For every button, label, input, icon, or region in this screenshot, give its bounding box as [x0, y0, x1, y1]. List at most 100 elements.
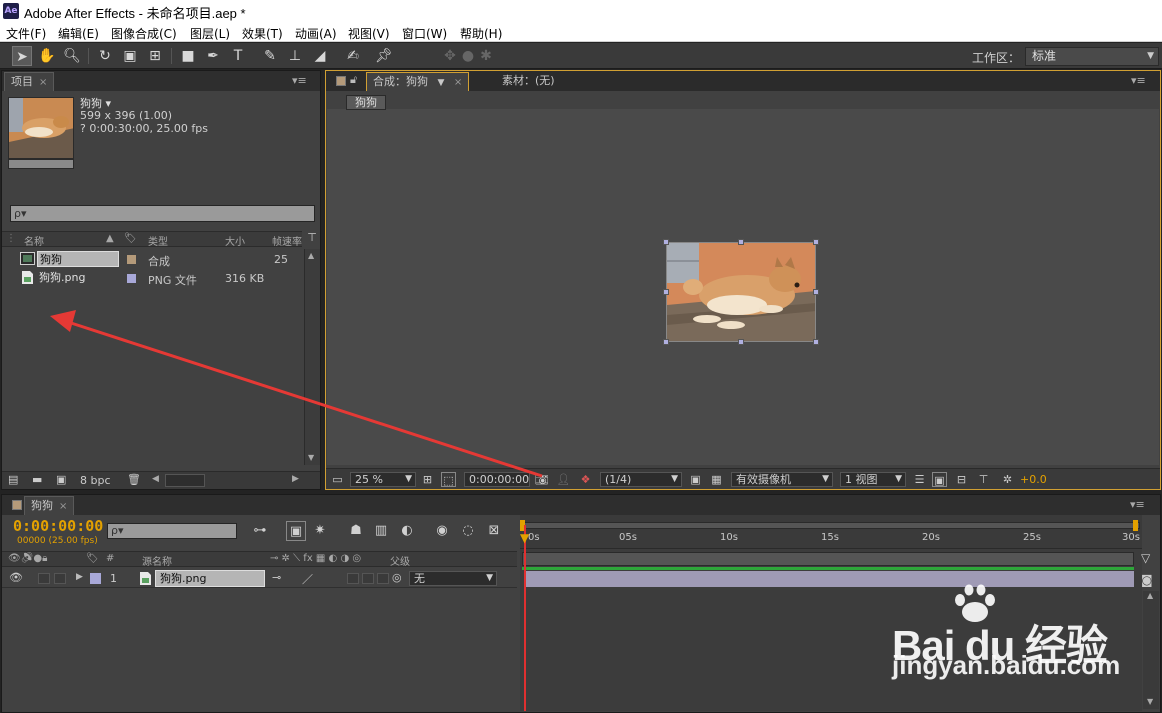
pan-behind-icon[interactable]: ⊞	[145, 46, 165, 66]
menu-effect[interactable]: 效果(T)	[242, 25, 283, 42]
3d-switch[interactable]	[377, 573, 389, 584]
zoom-select[interactable]: 25 % ▼	[350, 472, 416, 487]
column-size-header[interactable]: 大小	[225, 233, 245, 248]
quality-switch-icon[interactable]: ／	[302, 571, 313, 587]
eraser-icon[interactable]: ◢	[310, 46, 330, 66]
rotate-tool-icon[interactable]: ↻	[95, 46, 115, 66]
label-color-swatch[interactable]	[127, 274, 136, 283]
comp-mini-flowchart-icon[interactable]: ⊶	[250, 521, 270, 541]
menu-layer[interactable]: 图层(L)	[190, 25, 230, 42]
mask-visibility-icon[interactable]: ⬚	[441, 472, 456, 487]
camera-select[interactable]: 有效摄像机 ▼	[731, 472, 833, 487]
timeline-icon[interactable]: ⊟	[954, 472, 969, 487]
expand-triangle-icon[interactable]: ▶	[76, 572, 83, 582]
dog-layer-image[interactable]	[666, 242, 816, 342]
flowchart-icon[interactable]: ⊤	[976, 472, 991, 487]
close-icon[interactable]: ×	[39, 77, 47, 88]
roto-brush-icon[interactable]: ✍	[343, 46, 363, 66]
tab-composition[interactable]: 合成：狗狗 ▼ ×	[366, 72, 470, 91]
live-update-icon[interactable]: ▣	[286, 521, 306, 541]
puppet-pin-icon[interactable]: 📌︎	[374, 46, 394, 66]
adjustment-switch[interactable]	[362, 573, 374, 584]
menu-file[interactable]: 文件(F)	[6, 25, 46, 42]
motion-blur-icon[interactable]: ◐	[397, 521, 417, 541]
comp-marker-icon[interactable]: ◙	[1141, 573, 1153, 587]
project-item-name[interactable]: 狗狗.png	[37, 270, 85, 286]
scroll-right-icon[interactable]: ▶	[292, 474, 299, 484]
menu-edit[interactable]: 编辑(E)	[58, 25, 99, 42]
comp-breadcrumb[interactable]: 狗狗	[346, 95, 386, 110]
transform-handle[interactable]	[813, 339, 819, 345]
safe-zones-icon[interactable]: ⊞	[420, 472, 435, 487]
motion-blur-switch[interactable]	[347, 573, 359, 584]
clone-stamp-icon[interactable]: ⊥	[285, 46, 305, 66]
scroll-up-icon[interactable]: ▲	[308, 251, 314, 260]
close-icon[interactable]: ×	[59, 501, 67, 512]
transform-handle[interactable]	[813, 289, 819, 295]
scroll-down-icon[interactable]: ▼	[1147, 697, 1153, 706]
transform-handle[interactable]	[663, 239, 669, 245]
panel-menu-icon[interactable]: ▾≡	[1131, 74, 1146, 87]
project-item-name[interactable]: 狗狗	[37, 251, 119, 267]
switches-header-icon[interactable]: ⊸ ✲ ⟍ fx ▦ ◐ ◑ ◎	[270, 553, 361, 564]
new-comp-icon[interactable]: ▣	[56, 473, 66, 486]
panel-menu-icon[interactable]: ▾≡	[292, 74, 307, 87]
panel-menu-icon[interactable]: ▾≡	[1130, 498, 1145, 511]
comp-button-icon[interactable]: ▽	[1141, 551, 1150, 565]
hand-tool-icon[interactable]: ✋	[37, 46, 57, 66]
frame-blending-icon[interactable]: ▥	[371, 521, 391, 541]
close-icon[interactable]: ×	[454, 77, 462, 88]
pick-whip-icon[interactable]: ◎	[392, 571, 402, 584]
tab-timeline[interactable]: 狗狗 ×	[24, 496, 75, 515]
parent-header[interactable]: 父级	[390, 553, 410, 568]
project-search-input[interactable]: ρ▾	[10, 205, 315, 222]
reset-exposure-icon[interactable]: ✲	[1000, 472, 1015, 487]
label-tag-icon[interactable]: 🏷︎	[86, 553, 99, 564]
bpc-label[interactable]: 8 bpc	[80, 474, 111, 487]
channel-icon[interactable]: ❖	[578, 472, 593, 487]
time-ruler[interactable]: 0s 05s 10s 15s 20s 25s 30s	[520, 515, 1142, 549]
toggle-pixel-aspect-icon[interactable]: ☰	[912, 472, 927, 487]
project-item-row[interactable]: 狗狗.png PNG 文件 316 KB	[2, 268, 302, 287]
trash-icon[interactable]: 🗑︎	[127, 473, 141, 486]
timeline-search-input[interactable]: ρ▾	[107, 523, 237, 539]
resolution-select[interactable]: (1/4) ▼	[600, 472, 682, 487]
flowchart-icon[interactable]: ⊤	[305, 231, 319, 247]
transform-handle[interactable]	[663, 289, 669, 295]
project-scrollbar[interactable]: ▲ ▼	[304, 249, 320, 465]
source-name-header[interactable]: 源名称	[142, 553, 172, 568]
transform-handle[interactable]	[738, 239, 744, 245]
tab-footage[interactable]: 素材：(无)	[496, 72, 561, 91]
new-folder-icon[interactable]: ▬	[32, 473, 42, 486]
column-name-header[interactable]: 名称	[24, 233, 44, 248]
column-rate-header[interactable]: 帧速率	[272, 233, 302, 248]
always-preview-icon[interactable]: ▭	[330, 472, 345, 487]
horizontal-scroll-thumb[interactable]	[165, 474, 205, 487]
zoom-tool-icon[interactable]: 🔍︎	[62, 46, 82, 66]
audio-toggle[interactable]	[38, 573, 50, 584]
layer-row[interactable]: 👁︎ ▶ 1 狗狗.png ⊸ ／ ◎ 无 ▼	[2, 569, 517, 588]
playhead-handle-icon[interactable]: ▼	[520, 532, 532, 544]
scroll-left-icon[interactable]: ◀	[152, 474, 159, 484]
label-tag-icon[interactable]: 🏷︎	[124, 233, 137, 244]
lock-toggle[interactable]	[54, 573, 66, 584]
auto-keyframe-icon[interactable]: ⊠	[484, 521, 504, 541]
workspace-select[interactable]: 标准 ▼	[1025, 47, 1159, 66]
graph-editor-icon[interactable]: ◉	[432, 521, 452, 541]
work-area-bar[interactable]	[522, 552, 1134, 566]
transform-handle[interactable]	[663, 339, 669, 345]
project-item-row[interactable]: 狗狗 合成 25	[2, 249, 302, 268]
transform-handle[interactable]	[738, 339, 744, 345]
scroll-down-icon[interactable]: ▼	[308, 453, 314, 462]
layer-duration-bar[interactable]	[524, 571, 1134, 587]
transform-handle[interactable]	[813, 239, 819, 245]
current-time-indicator[interactable]	[524, 525, 526, 711]
layer-name[interactable]: 狗狗.png	[155, 570, 265, 587]
pen-tool-icon[interactable]: ✒	[203, 46, 223, 66]
exposure-value[interactable]: +0.0	[1020, 473, 1047, 486]
menu-window[interactable]: 窗口(W)	[402, 25, 447, 42]
camera-tool-icon[interactable]: ▣	[120, 46, 140, 66]
current-time-display[interactable]: 0:00:00:00	[464, 472, 530, 487]
menu-animation[interactable]: 动画(A)	[295, 25, 337, 42]
transparency-grid-icon[interactable]: ▦	[709, 472, 724, 487]
